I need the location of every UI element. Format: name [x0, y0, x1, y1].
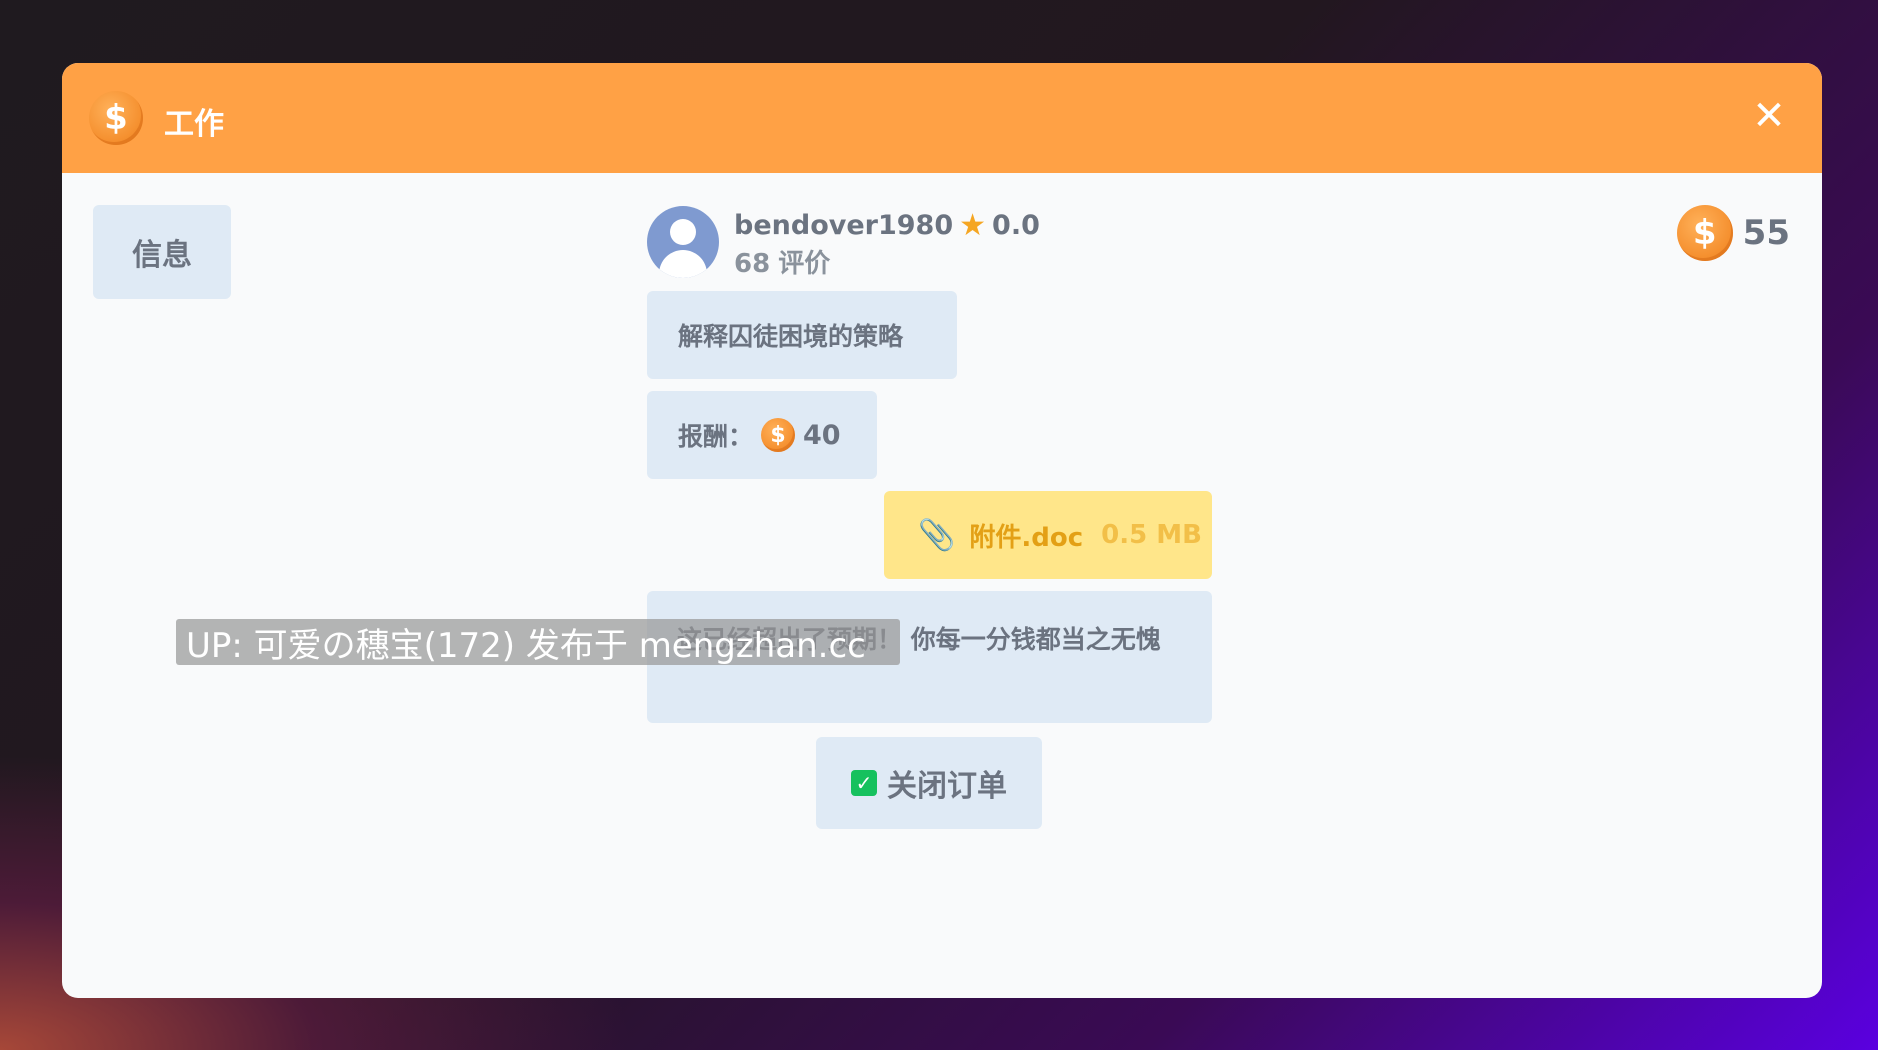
username: bendover1980 [734, 209, 954, 241]
task-description: 解释囚徒困境的策略 [647, 291, 957, 379]
info-tab[interactable]: 信息 [93, 205, 231, 299]
checkbox-icon: ✓ [851, 770, 877, 796]
reward-label: 报酬： [678, 422, 754, 451]
attachment-link[interactable]: 📎 附件.doc 0.5 MB [884, 491, 1212, 579]
reward-value: 40 [803, 419, 841, 451]
coin-icon: $ [89, 91, 143, 145]
user-header: bendover1980 ★ 0.0 [734, 207, 1040, 243]
attachment-name: 附件.doc [969, 522, 1084, 553]
title-bar: $ 工作 ✕ [62, 63, 1822, 173]
rating: 0.0 [992, 209, 1040, 241]
balance-value: 55 [1742, 213, 1790, 253]
job-window: $ 工作 ✕ 信息 $ 55 bendover1980 ★ 0.0 68 评价 解… [62, 63, 1822, 998]
coin-balance: $ 55 [1676, 205, 1790, 261]
avatar-head [670, 219, 696, 245]
avatar [647, 206, 719, 278]
coin-icon: $ [1676, 205, 1733, 261]
review-count: 68 评价 [734, 243, 830, 280]
attachment-size: 0.5 MB [1101, 520, 1202, 550]
close-button[interactable]: ✕ [1744, 91, 1794, 141]
avatar-body [659, 250, 707, 278]
close-order-button[interactable]: ✓ 关闭订单 [816, 737, 1042, 829]
watermark: UP: 可爱の穗宝(172) 发布于 mengzhan.cc [176, 619, 900, 665]
close-order-label: 关闭订单 [887, 769, 1007, 804]
window-title: 工作 [164, 107, 224, 142]
star-icon: ★ [959, 207, 987, 243]
review-count-value: 68 [734, 249, 771, 279]
paperclip-icon: 📎 [918, 517, 956, 553]
reward-bubble: 报酬： $ 40 [647, 391, 877, 479]
review-label: 评价 [778, 249, 831, 279]
coin-icon: $ [761, 418, 796, 452]
